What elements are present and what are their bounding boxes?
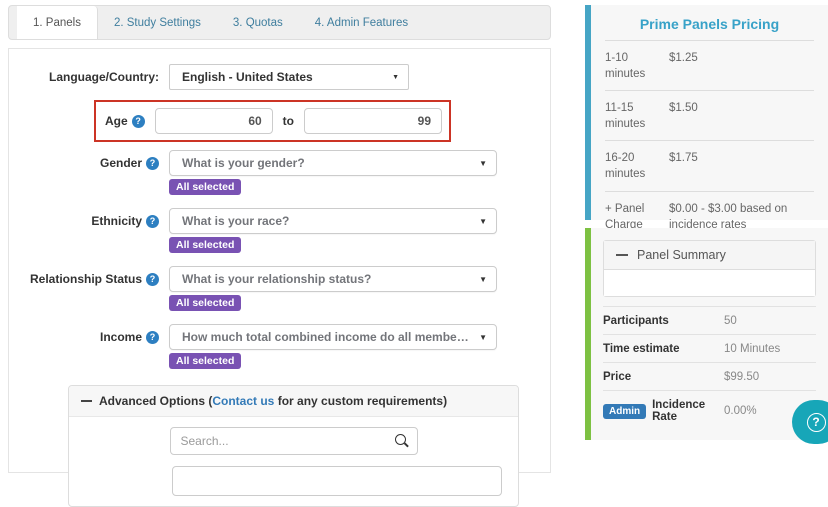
summary-label-text: Time estimate — [603, 343, 680, 355]
help-button[interactable]: ? — [792, 400, 828, 444]
relationship-status-row: Relationship Status ? What is your relat… — [9, 266, 550, 311]
advanced-options-header[interactable]: Advanced Options (Contact us for any cus… — [69, 386, 518, 417]
income-help-icon[interactable]: ? — [146, 331, 159, 344]
ethnicity-all-selected-badge: All selected — [169, 237, 241, 253]
summary-row-label: Price — [603, 371, 724, 383]
income-row: Income ? How much total combined income … — [9, 324, 550, 369]
prime-panels-pricing-card: Prime Panels Pricing 1-10 minutes $1.25 … — [585, 5, 828, 220]
age-label: Age ? — [105, 114, 145, 128]
age-max-input[interactable] — [304, 108, 442, 134]
panel-summary-title: Panel Summary — [637, 248, 726, 262]
gender-select[interactable]: What is your gender? ▼ — [169, 150, 497, 176]
relationship-status-select-placeholder: What is your relationship status? — [182, 272, 371, 286]
gender-help-icon[interactable]: ? — [146, 157, 159, 170]
age-min-input[interactable] — [155, 108, 273, 134]
income-label: Income ? — [9, 330, 159, 344]
summary-row-label: Admin Incidence Rate — [603, 399, 724, 423]
summary-row-value: $99.50 — [724, 371, 816, 383]
pricing-row: 1-10 minutes $1.25 — [605, 41, 814, 91]
relationship-status-label-text: Relationship Status — [30, 272, 142, 286]
summary-row-value: 50 — [724, 315, 816, 327]
panel-summary-card: Panel Summary Participants 50 Time estim… — [585, 228, 828, 440]
pricing-row-label: 16-20 minutes — [605, 150, 669, 182]
pricing-title: Prime Panels Pricing — [605, 5, 814, 41]
relationship-status-all-selected-badge: All selected — [169, 295, 241, 311]
advanced-options-title-suffix: for any custom requirements) — [274, 394, 447, 408]
search-icon[interactable] — [395, 434, 409, 448]
panel-summary-box: Panel Summary — [603, 240, 816, 297]
contact-us-link[interactable]: Contact us — [212, 394, 274, 408]
panels-tab-content: Language/Country: English - United State… — [8, 48, 551, 473]
ethnicity-label: Ethnicity ? — [9, 214, 159, 228]
age-help-icon[interactable]: ? — [132, 115, 145, 128]
tab-bar: 1. Panels 2. Study Settings 3. Quotas 4.… — [8, 5, 551, 40]
relationship-status-help-icon[interactable]: ? — [146, 273, 159, 286]
age-to-label: to — [283, 114, 294, 128]
collapse-minus-icon[interactable] — [616, 254, 628, 256]
summary-row: Time estimate 10 Minutes — [603, 334, 816, 362]
gender-row: Gender ? What is your gender? ▼ All sele… — [9, 150, 550, 195]
tab-panels[interactable]: 1. Panels — [17, 6, 98, 39]
age-label-text: Age — [105, 114, 128, 128]
ethnicity-select-placeholder: What is your race? — [182, 214, 289, 228]
ethnicity-help-icon[interactable]: ? — [146, 215, 159, 228]
language-country-select[interactable]: English - United States ▼ — [169, 64, 409, 90]
admin-badge: Admin — [603, 404, 646, 419]
collapse-minus-icon[interactable] — [81, 400, 92, 402]
income-all-selected-badge: All selected — [169, 353, 241, 369]
chevron-down-icon: ▼ — [479, 217, 487, 226]
ethnicity-select[interactable]: What is your race? ▼ — [169, 208, 497, 234]
income-select-placeholder: How much total combined income do all me… — [182, 330, 470, 344]
age-range-highlight-box: Age ? to — [94, 100, 451, 142]
relationship-status-select[interactable]: What is your relationship status? ▼ — [169, 266, 497, 292]
pricing-row: 16-20 minutes $1.75 — [605, 141, 814, 191]
language-country-label: Language/Country: — [9, 70, 159, 84]
pricing-row-value: $1.75 — [669, 150, 814, 182]
ethnicity-label-text: Ethnicity — [91, 214, 142, 228]
summary-label-text: Incidence Rate — [652, 399, 724, 423]
panel-summary-body — [604, 270, 815, 296]
advanced-options-panel: Advanced Options (Contact us for any cus… — [68, 385, 519, 507]
pricing-row-label: 1-10 minutes — [605, 50, 669, 82]
chevron-down-icon: ▼ — [479, 275, 487, 284]
gender-label: Gender ? — [9, 156, 159, 170]
panel-summary-header[interactable]: Panel Summary — [604, 241, 815, 270]
chevron-down-icon: ▼ — [479, 159, 487, 168]
summary-row: Participants 50 — [603, 306, 816, 334]
pricing-row-value: $1.50 — [669, 100, 814, 132]
question-circle-icon: ? — [807, 413, 826, 432]
chevron-down-icon: ▼ — [392, 74, 399, 81]
language-country-row: Language/Country: English - United State… — [9, 64, 550, 90]
summary-label-text: Price — [603, 371, 631, 383]
relationship-status-label: Relationship Status ? — [9, 272, 159, 286]
summary-row-label: Time estimate — [603, 343, 724, 355]
summary-row: Price $99.50 — [603, 362, 816, 390]
study-builder-card: 1. Panels 2. Study Settings 3. Quotas 4.… — [8, 5, 551, 475]
pricing-row-label: 11-15 minutes — [605, 100, 669, 132]
pricing-row: 11-15 minutes $1.50 — [605, 91, 814, 141]
summary-row-incidence: Admin Incidence Rate 0.00% — [603, 390, 816, 430]
ethnicity-row: Ethnicity ? What is your race? ▼ All sel… — [9, 208, 550, 253]
search-field-wrap — [170, 427, 418, 455]
summary-row-label: Participants — [603, 315, 724, 327]
summary-label-text: Participants — [603, 315, 669, 327]
tab-study-settings[interactable]: 2. Study Settings — [98, 6, 217, 39]
summary-row-value: 10 Minutes — [724, 343, 816, 355]
income-select[interactable]: How much total combined income do all me… — [169, 324, 497, 350]
search-input[interactable] — [170, 427, 418, 455]
income-label-text: Income — [100, 330, 142, 344]
advanced-options-body — [69, 417, 518, 506]
gender-select-placeholder: What is your gender? — [182, 156, 305, 170]
advanced-options-title: Advanced Options (Contact us for any cus… — [99, 394, 447, 408]
advanced-options-title-prefix: Advanced Options ( — [99, 394, 212, 408]
pricing-row-value: $1.25 — [669, 50, 814, 82]
chevron-down-icon: ▼ — [479, 333, 487, 342]
gender-all-selected-badge: All selected — [169, 179, 241, 195]
language-country-value: English - United States — [182, 70, 313, 84]
gender-label-text: Gender — [100, 156, 142, 170]
tab-admin-features[interactable]: 4. Admin Features — [299, 6, 424, 39]
partial-next-input[interactable] — [172, 466, 502, 496]
tab-quotas[interactable]: 3. Quotas — [217, 6, 299, 39]
